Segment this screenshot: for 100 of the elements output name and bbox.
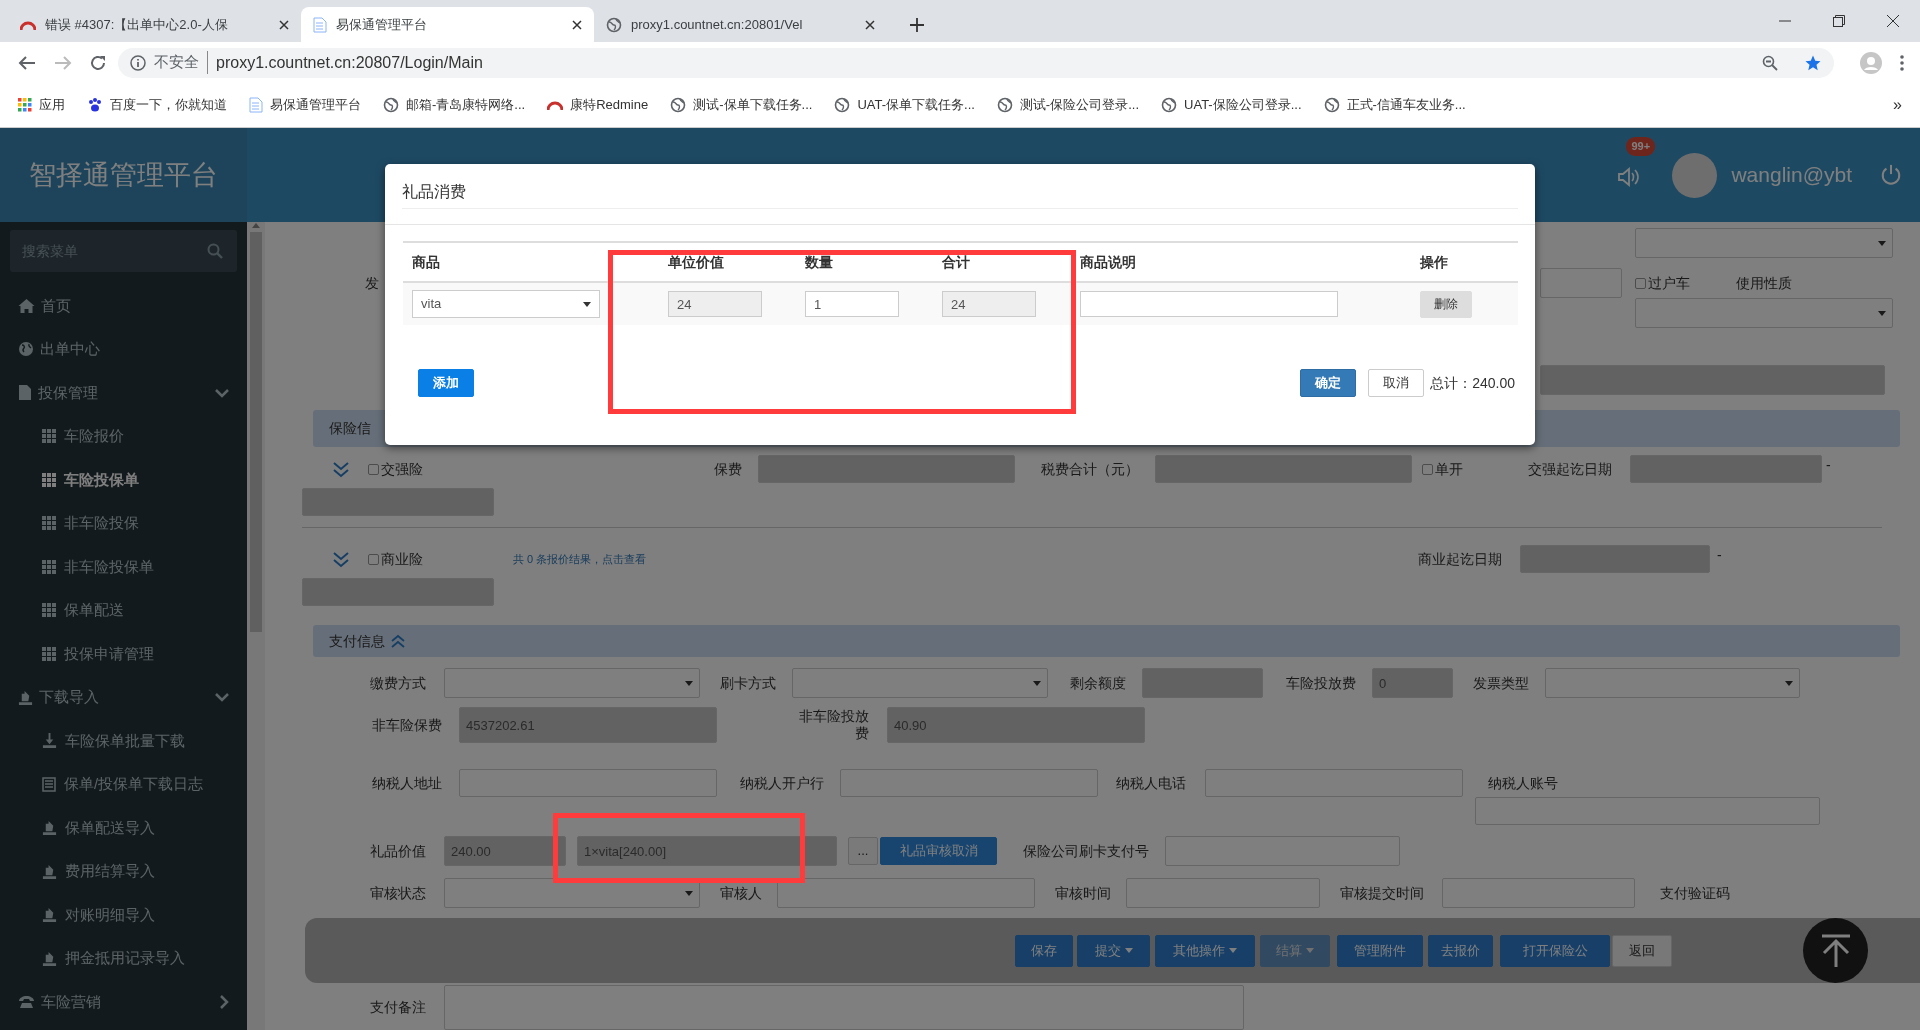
input-field[interactable] <box>1540 268 1622 298</box>
browser-tab[interactable]: 错误 #4307:【出单中心2.0-人保 <box>8 7 301 42</box>
sidebar-item[interactable]: 下载导入 <box>0 675 247 719</box>
sidebar-item[interactable]: 出单中心 <box>0 327 247 371</box>
scroll-thumb[interactable] <box>250 232 262 632</box>
input-field[interactable] <box>1630 455 1822 483</box>
toolbar-button[interactable]: 打开保险公 <box>1500 934 1610 967</box>
sidebar-item[interactable]: 首页 <box>0 284 247 328</box>
chevron-up-icon[interactable] <box>391 634 405 648</box>
sidebar-item[interactable]: 车险营销 <box>0 980 247 1024</box>
speaker-icon[interactable] <box>1616 164 1641 189</box>
input-field[interactable] <box>1442 878 1635 908</box>
forward-icon[interactable] <box>54 54 72 71</box>
button[interactable]: ... <box>848 837 878 865</box>
toolbar-button[interactable]: 管理附件 <box>1337 934 1423 967</box>
sidebar-item[interactable]: 车险报价 <box>0 414 247 458</box>
dropdown[interactable] <box>444 668 700 698</box>
input-field[interactable]: 24 <box>668 291 762 317</box>
toolbar-button[interactable]: 保存 <box>1015 934 1073 967</box>
close-icon[interactable] <box>1887 15 1899 27</box>
close-icon[interactable] <box>572 19 582 30</box>
input-field[interactable]: 1×vita[240.00] <box>577 836 837 866</box>
toolbar-button[interactable]: 返回 <box>1612 934 1672 967</box>
input-field[interactable] <box>1142 668 1263 698</box>
input-field[interactable] <box>1540 365 1885 395</box>
input-field[interactable]: 24 <box>942 291 1036 317</box>
sidebar-item[interactable]: 车险投保单 <box>0 458 247 502</box>
input-field[interactable] <box>758 455 1015 483</box>
bookmark[interactable]: 正式-信通车友业务... <box>1323 95 1466 115</box>
dropdown[interactable] <box>792 668 1048 698</box>
scrollbar[interactable] <box>247 222 265 1030</box>
input-field[interactable] <box>1165 836 1400 866</box>
sidebar-item[interactable]: 保单配送导入 <box>0 806 247 850</box>
input-field[interactable] <box>1475 797 1820 825</box>
bookmark[interactable]: 邮箱-青岛康特网络... <box>383 95 526 115</box>
double-chevron-icon[interactable] <box>332 550 350 569</box>
dropdown[interactable] <box>1635 298 1893 328</box>
sidebar-item[interactable]: 车险保单批量下载 <box>0 719 247 763</box>
input-field[interactable] <box>840 769 1098 797</box>
text-area[interactable] <box>444 985 1244 1030</box>
bookmark[interactable]: 易保通管理平台 <box>249 95 361 115</box>
close-icon[interactable] <box>279 19 289 30</box>
sidebar-item[interactable]: 非车险投保单 <box>0 545 247 589</box>
input-field[interactable]: 240.00 <box>444 836 566 866</box>
browser-tab[interactable]: 易保通管理平台 <box>301 7 594 42</box>
profile-icon[interactable] <box>1860 51 1882 74</box>
bookmark[interactable]: UAT-保单下载任务... <box>834 95 975 115</box>
quote-link[interactable]: 共 0 条报价结果，点击查看 <box>513 550 683 568</box>
dropdown[interactable]: vita <box>412 290 600 318</box>
new-tab-icon[interactable] <box>909 17 925 33</box>
sidebar-item[interactable]: 费用结算导入 <box>0 849 247 893</box>
sidebar-item[interactable]: 保单/投保单下载日志 <box>0 762 247 806</box>
reload-icon[interactable] <box>90 54 106 71</box>
toolbar-button[interactable]: 其他操作 <box>1155 934 1255 967</box>
toolbar-button[interactable]: 去报价 <box>1428 934 1493 967</box>
input-field[interactable] <box>302 578 494 606</box>
avatar[interactable] <box>1672 152 1718 198</box>
user-name[interactable]: wanglin@ybt <box>1731 159 1852 191</box>
button[interactable]: 礼品审核取消 <box>880 837 997 865</box>
sidebar-item[interactable]: 保单配送 <box>0 588 247 632</box>
bookmark[interactable]: UAT-保险公司登录... <box>1161 95 1302 115</box>
input-field[interactable] <box>1205 769 1463 797</box>
input-field[interactable] <box>1520 545 1710 573</box>
checkbox[interactable] <box>368 553 379 565</box>
sidebar-item[interactable]: 对账明细导入 <box>0 893 247 937</box>
sidebar-item[interactable]: 押金抵用记录导入 <box>0 936 247 980</box>
input-field[interactable] <box>1155 455 1412 483</box>
dropdown[interactable] <box>1545 668 1800 698</box>
sidebar-item[interactable]: 投保管理 <box>0 371 247 415</box>
cancel-button[interactable]: 取消 <box>1368 369 1425 397</box>
checkbox[interactable] <box>1422 463 1433 475</box>
menu-icon[interactable] <box>1900 54 1904 71</box>
more-bookmarks[interactable]: » <box>1893 93 1902 117</box>
back-icon[interactable] <box>18 54 36 71</box>
confirm-button[interactable]: 确定 <box>1300 369 1357 397</box>
address-bar[interactable]: 不安全 proxy1.countnet.cn:20807/Login/Main <box>118 47 1834 78</box>
checkbox[interactable] <box>1635 277 1646 289</box>
input-field[interactable]: 1 <box>805 291 899 317</box>
power-icon[interactable] <box>1880 164 1902 186</box>
input-field[interactable] <box>1126 878 1320 908</box>
bookmark[interactable]: 测试-保险公司登录... <box>996 95 1140 115</box>
sidebar-item[interactable]: 非车险投保 <box>0 501 247 545</box>
sidebar-item[interactable]: 投保申请管理 <box>0 632 247 676</box>
bookmark[interactable]: 康特Redmine <box>547 95 649 115</box>
bookmark[interactable]: 应用 <box>18 95 65 115</box>
dropdown[interactable] <box>1635 228 1893 258</box>
input-field[interactable] <box>302 488 494 516</box>
restore-icon[interactable] <box>1833 15 1845 27</box>
input-field[interactable]: 4537202.61 <box>459 707 717 743</box>
browser-tab[interactable]: proxy1.countnet.cn:20801/Vel <box>594 7 887 42</box>
input-field[interactable] <box>777 878 1035 908</box>
input-field[interactable]: 40.90 <box>887 707 1145 743</box>
delete-button[interactable]: 删除 <box>1420 290 1472 318</box>
bookmark[interactable]: 百度一下，你就知道 <box>87 95 227 115</box>
input-field[interactable] <box>459 769 717 797</box>
zoom-out-icon[interactable] <box>1762 54 1778 71</box>
close-icon[interactable] <box>865 19 875 30</box>
toolbar-button[interactable]: 提交 <box>1077 934 1150 967</box>
bookmark[interactable]: 测试-保单下载任务... <box>670 95 813 115</box>
add-button[interactable]: 添加 <box>418 369 474 397</box>
